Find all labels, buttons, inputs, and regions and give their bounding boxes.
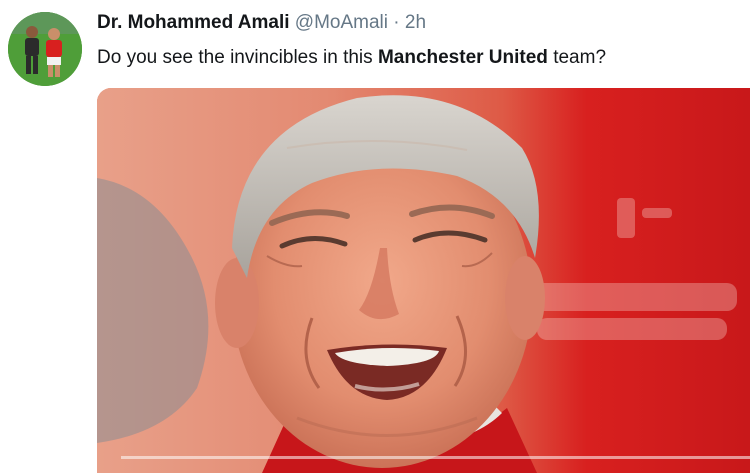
tweet-header: Dr. Mohammed Amali @MoAmali · 2h bbox=[97, 11, 426, 35]
tweet-text: Do you see the invincibles in this Manch… bbox=[97, 46, 606, 70]
tweet[interactable]: Dr. Mohammed Amali @MoAmali · 2h Do you … bbox=[0, 0, 750, 473]
tweet-text-part: Do you see the invincibles in this bbox=[97, 47, 378, 68]
video-frame bbox=[97, 88, 750, 473]
tweet-text-bold: Manchester United bbox=[377, 47, 548, 68]
avatar-image bbox=[8, 12, 82, 86]
separator-dot: · bbox=[393, 12, 400, 33]
avatar[interactable] bbox=[8, 12, 82, 86]
author-handle[interactable]: @MoAmali bbox=[295, 12, 388, 33]
video-progress-bar[interactable] bbox=[121, 456, 750, 459]
author-name[interactable]: Dr. Mohammed Amali bbox=[97, 12, 290, 33]
tweet-text-part: team? bbox=[547, 47, 607, 68]
timestamp[interactable]: 2h bbox=[405, 12, 426, 33]
video-player[interactable] bbox=[97, 88, 750, 473]
